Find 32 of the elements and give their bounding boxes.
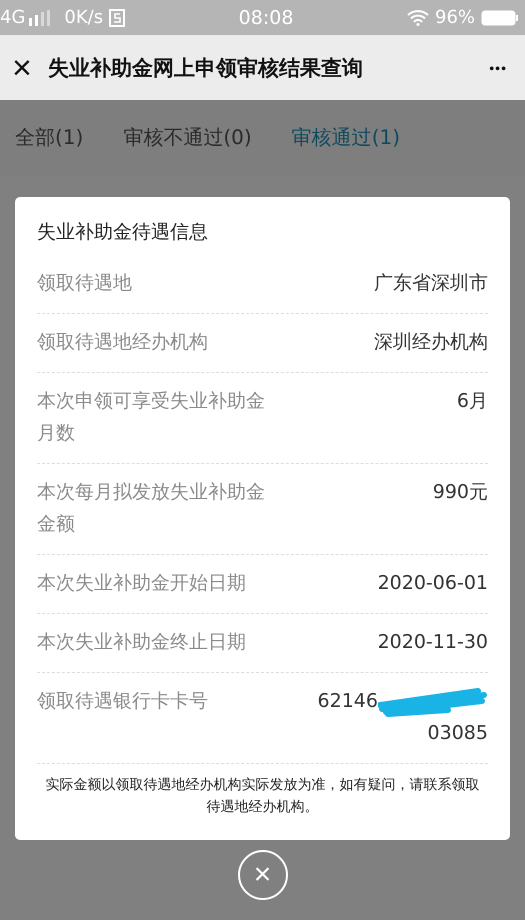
dialog-title: 失业补助金待遇信息 (37, 220, 209, 245)
field-value: 广东省深圳市 (374, 271, 488, 296)
more-button[interactable]: ••• (489, 60, 507, 76)
field-value: 03085 (428, 721, 488, 746)
network-label: 4G (0, 7, 26, 28)
field-value: 62146 (318, 689, 378, 714)
notification-icon (109, 8, 126, 26)
close-button[interactable]: × (6, 50, 38, 84)
field-value: 2020-11-30 (378, 630, 488, 655)
field-label: 领取待遇地 (37, 271, 133, 296)
filter-tab[interactable]: 全部(1) (15, 124, 84, 151)
battery-icon (481, 10, 520, 26)
filter-tab[interactable]: 审核通过(1) (292, 124, 400, 151)
field-label: 本次申领可享受失业补助金月数 (37, 389, 266, 446)
field-value: 深圳经办机构 (374, 330, 488, 355)
wifi-icon (407, 10, 429, 26)
page-title: 失业补助金网上申领审核结果查询 (48, 54, 364, 82)
field-label: 领取待遇银行卡卡号 (37, 689, 209, 714)
field-value: 990元 (432, 480, 488, 505)
field-label: 本次每月拟发放失业补助金金额 (37, 480, 266, 537)
clock: 08:08 (238, 6, 294, 28)
battery-percent: 96% (435, 7, 476, 28)
field-label: 本次失业补助金终止日期 (37, 630, 247, 655)
network-speed: 0K/s (64, 7, 104, 28)
field-value: 2020-06-01 (378, 571, 488, 596)
field-label: 本次失业补助金开始日期 (37, 571, 247, 596)
field-label: 领取待遇地经办机构 (37, 330, 209, 355)
disclaimer-text: 实际金额以领取待遇地经办机构实际发放为准，如有疑问，请联系领取待遇地经办机构。 (44, 776, 480, 817)
signal-icon (28, 10, 50, 26)
field-value: 6月 (456, 389, 488, 414)
close-dialog-button[interactable]: × (238, 850, 288, 900)
filter-tab[interactable]: 审核不通过(0) (123, 124, 252, 151)
